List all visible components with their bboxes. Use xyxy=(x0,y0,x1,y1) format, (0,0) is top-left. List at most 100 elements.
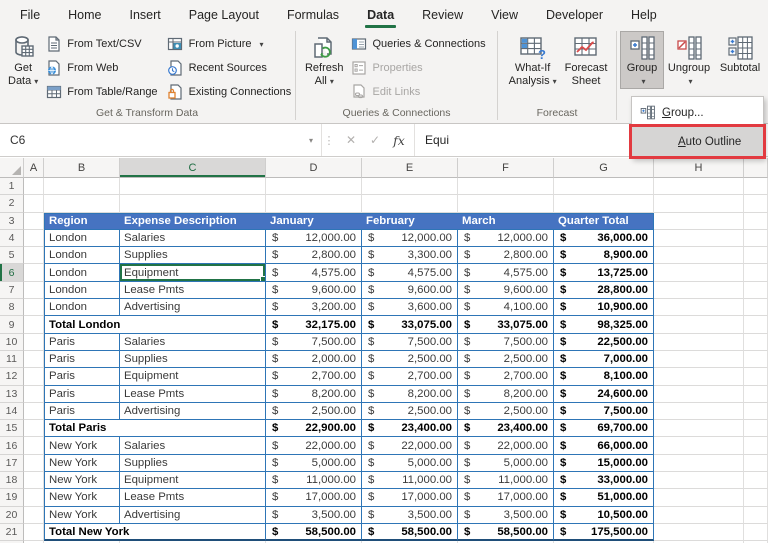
cell-H9[interactable] xyxy=(654,316,744,334)
cell-partial-15[interactable] xyxy=(744,420,768,438)
cell-F19[interactable]: $17,000.00 xyxy=(458,489,554,507)
cell-G10[interactable]: $22,500.00 xyxy=(554,333,654,351)
cell-partial-9[interactable] xyxy=(744,316,768,334)
row-header-5[interactable]: 5 xyxy=(0,247,24,265)
cell-G4[interactable]: $36,000.00 xyxy=(554,229,654,248)
cell-C14[interactable]: Advertising xyxy=(120,402,266,421)
cell-H2[interactable] xyxy=(654,195,744,213)
cell-C6[interactable]: Equipment xyxy=(120,264,266,282)
cell-F4[interactable]: $12,000.00 xyxy=(458,229,554,248)
cell-G8[interactable]: $10,900.00 xyxy=(554,299,654,317)
cell-B10[interactable]: Paris xyxy=(44,333,120,351)
subtotal-button[interactable]: Subtotal xyxy=(714,31,766,76)
forecast-sheet-button[interactable]: Forecast Sheet xyxy=(561,31,612,89)
cell-G19[interactable]: $51,000.00 xyxy=(554,489,654,507)
cell-B15[interactable]: Total Paris xyxy=(44,420,266,438)
queries-connections-button[interactable]: Queries & Connections xyxy=(348,32,492,56)
cell-G18[interactable]: $33,000.00 xyxy=(554,472,654,490)
ribbon-tab-data[interactable]: Data xyxy=(353,2,408,28)
cell-B18[interactable]: New York xyxy=(44,472,120,490)
insert-function-icon[interactable]: fx xyxy=(388,133,410,148)
cell-H11[interactable] xyxy=(654,350,744,369)
cell-B20[interactable]: New York xyxy=(44,506,120,524)
cancel-icon[interactable]: ✕ xyxy=(340,133,362,147)
ungroup-button[interactable]: Ungroup ▾ xyxy=(664,31,714,89)
refresh-all-button[interactable]: Refresh All ▾ xyxy=(301,31,348,89)
cell-D4[interactable]: $12,000.00 xyxy=(266,229,362,248)
cell-A4[interactable] xyxy=(24,229,44,248)
column-header-C[interactable]: C xyxy=(120,158,266,178)
column-header-A[interactable]: A xyxy=(24,158,44,178)
cell-D18[interactable]: $11,000.00 xyxy=(266,472,362,490)
cell-E20[interactable]: $3,500.00 xyxy=(362,506,458,524)
cell-G13[interactable]: $24,600.00 xyxy=(554,385,654,403)
cell-D8[interactable]: $3,200.00 xyxy=(266,299,362,317)
cell-G5[interactable]: $8,900.00 xyxy=(554,247,654,265)
cell-partial-8[interactable] xyxy=(744,299,768,317)
cell-F6[interactable]: $4,575.00 xyxy=(458,264,554,282)
row-header-11[interactable]: 11 xyxy=(0,350,24,369)
cell-G12[interactable]: $8,100.00 xyxy=(554,368,654,386)
cell-H6[interactable] xyxy=(654,264,744,282)
cell-B9[interactable]: Total London xyxy=(44,316,266,334)
get-data-button[interactable]: Get Data ▾ xyxy=(4,31,42,89)
cell-E14[interactable]: $2,500.00 xyxy=(362,402,458,421)
cell-C12[interactable]: Equipment xyxy=(120,368,266,386)
cell-C10[interactable]: Salaries xyxy=(120,333,266,351)
cell-A13[interactable] xyxy=(24,385,44,403)
cell-C7[interactable]: Lease Pmts xyxy=(120,281,266,300)
cell-F20[interactable]: $3,500.00 xyxy=(458,506,554,524)
table-header-january[interactable]: January xyxy=(266,212,362,230)
cell-A14[interactable] xyxy=(24,402,44,421)
cell-partial-18[interactable] xyxy=(744,472,768,490)
ribbon-tab-review[interactable]: Review xyxy=(408,2,477,28)
column-header-H[interactable]: H xyxy=(654,158,744,178)
cell-A18[interactable] xyxy=(24,472,44,490)
cell-G2[interactable] xyxy=(554,195,654,213)
ribbon-tab-formulas[interactable]: Formulas xyxy=(273,2,353,28)
cell-F18[interactable]: $11,000.00 xyxy=(458,472,554,490)
ribbon-tab-home[interactable]: Home xyxy=(54,2,115,28)
table-header-expense-description[interactable]: Expense Description xyxy=(120,212,266,230)
cell-B14[interactable]: Paris xyxy=(44,402,120,421)
cell-B7[interactable]: London xyxy=(44,281,120,300)
select-all-corner[interactable] xyxy=(0,158,24,178)
cell-partial-1[interactable] xyxy=(744,178,768,196)
cell-C18[interactable]: Equipment xyxy=(120,472,266,490)
cell-D16[interactable]: $22,000.00 xyxy=(266,437,362,455)
cell-G11[interactable]: $7,000.00 xyxy=(554,350,654,369)
column-header-D[interactable]: D xyxy=(266,158,362,178)
cell-B5[interactable]: London xyxy=(44,247,120,265)
cell-F5[interactable]: $2,800.00 xyxy=(458,247,554,265)
cell-partial-21[interactable] xyxy=(744,523,768,542)
cell-F7[interactable]: $9,600.00 xyxy=(458,281,554,300)
row-header-14[interactable]: 14 xyxy=(0,402,24,421)
cell-G20[interactable]: $10,500.00 xyxy=(554,506,654,524)
cell-A17[interactable] xyxy=(24,454,44,473)
formula-bar-drag-handle[interactable]: ⋮ xyxy=(322,124,336,156)
cell-A10[interactable] xyxy=(24,333,44,351)
cell-A9[interactable] xyxy=(24,316,44,334)
cell-D20[interactable]: $3,500.00 xyxy=(266,506,362,524)
cell-E15[interactable]: $23,400.00 xyxy=(362,420,458,438)
cell-E10[interactable]: $7,500.00 xyxy=(362,333,458,351)
cell-G1[interactable] xyxy=(554,178,654,196)
column-header-G[interactable]: G xyxy=(554,158,654,178)
cell-B21[interactable]: Total New York xyxy=(44,523,266,542)
cell-B6[interactable]: London xyxy=(44,264,120,282)
cell-F8[interactable]: $4,100.00 xyxy=(458,299,554,317)
cell-B11[interactable]: Paris xyxy=(44,350,120,369)
cell-G7[interactable]: $28,800.00 xyxy=(554,281,654,300)
cell-D21[interactable]: $58,500.00 xyxy=(266,523,362,542)
cell-A7[interactable] xyxy=(24,281,44,300)
cell-H12[interactable] xyxy=(654,368,744,386)
cell-partial-12[interactable] xyxy=(744,368,768,386)
cell-partial-3[interactable] xyxy=(744,212,768,230)
cell-H17[interactable] xyxy=(654,454,744,473)
cell-E7[interactable]: $9,600.00 xyxy=(362,281,458,300)
cell-A15[interactable] xyxy=(24,420,44,438)
from-table-range-button[interactable]: From Table/Range xyxy=(42,80,163,104)
row-header-15[interactable]: 15 xyxy=(0,420,24,438)
cell-H5[interactable] xyxy=(654,247,744,265)
cell-F14[interactable]: $2,500.00 xyxy=(458,402,554,421)
